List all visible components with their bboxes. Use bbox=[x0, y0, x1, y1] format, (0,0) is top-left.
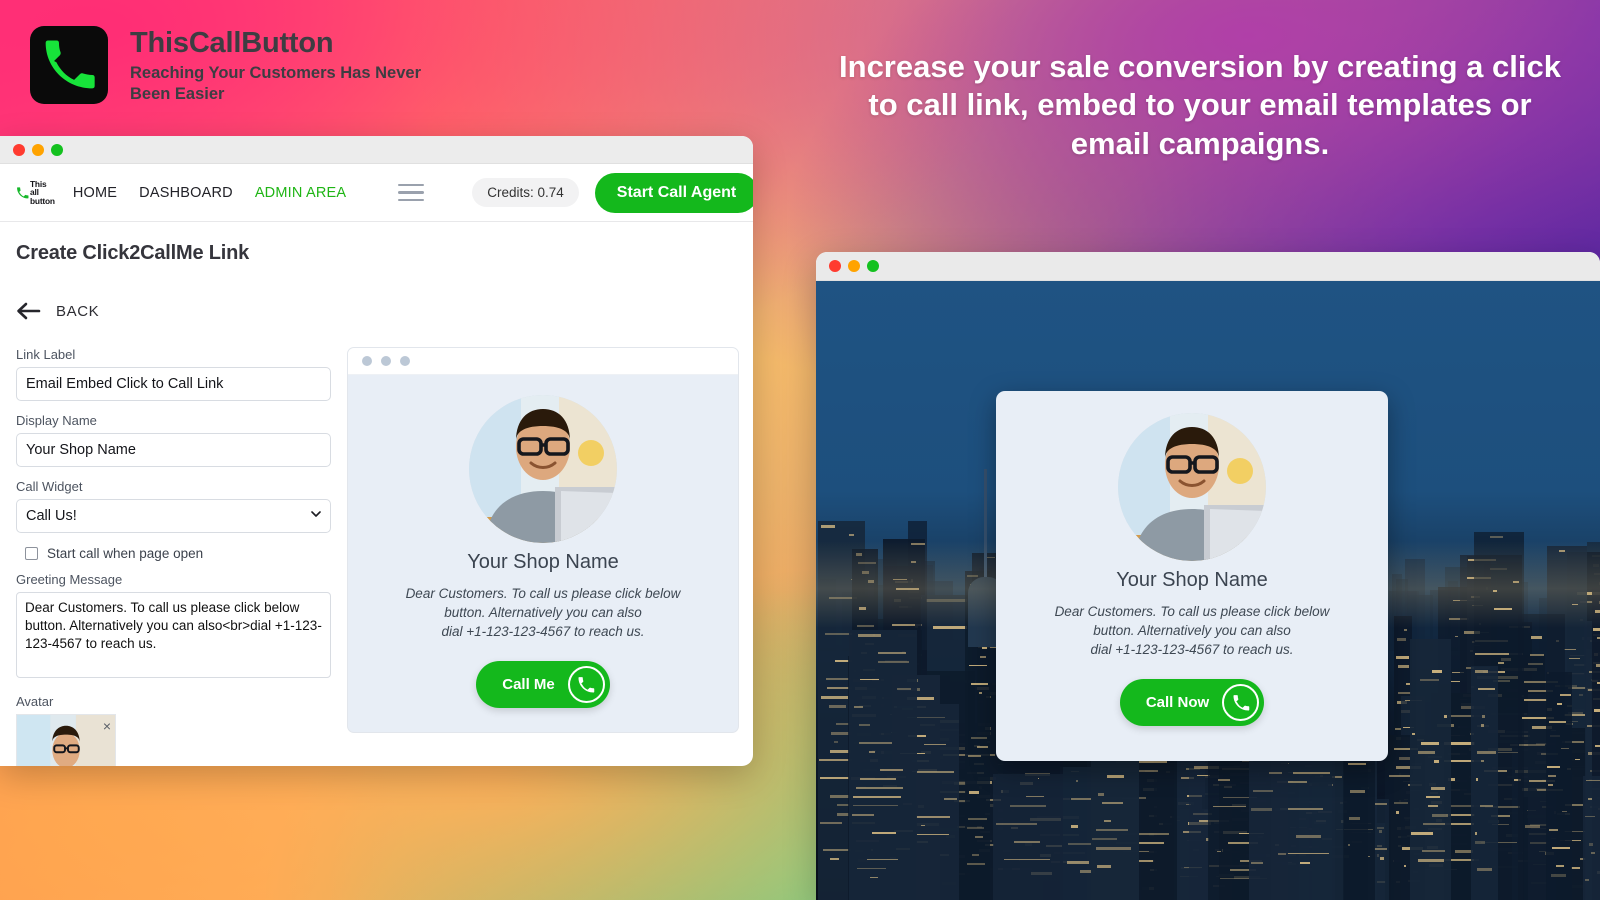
brand-tagline: Reaching Your Customers Has Never Been E… bbox=[130, 63, 421, 103]
credits-badge: Credits: 0.74 bbox=[472, 178, 579, 207]
phone-icon bbox=[17, 186, 29, 198]
remove-avatar-button[interactable]: × bbox=[103, 719, 111, 733]
agent-photo bbox=[1118, 413, 1266, 561]
app-page-body: Create Click2CallMe Link BACK Link Label… bbox=[0, 222, 753, 766]
phone-icon bbox=[1222, 684, 1260, 722]
agent-photo bbox=[17, 715, 115, 766]
preview-dot-3 bbox=[400, 356, 410, 366]
widget-message-line-2: button. Alternatively you can also bbox=[1093, 623, 1291, 639]
app-logo-line-3: button bbox=[30, 195, 55, 206]
preview-dot-1 bbox=[362, 356, 372, 366]
widget-call-button-label: Call Now bbox=[1145, 694, 1210, 712]
nav-links: HOME DASHBOARD ADMIN AREA bbox=[73, 185, 346, 201]
link-label-label: Link Label bbox=[16, 347, 76, 362]
widget-message-line-1: Dear Customers. To call us please click … bbox=[1054, 604, 1330, 619]
brand-header: ThisCallButton Reaching Your Customers H… bbox=[30, 26, 460, 105]
minimize-button[interactable] bbox=[32, 143, 44, 156]
preview-call-button-label: Call Me bbox=[502, 676, 555, 694]
call-widget-label: Call Widget bbox=[16, 479, 83, 494]
marketing-headline: Increase your sale conversion by creatin… bbox=[839, 49, 1561, 161]
zoom-button[interactable] bbox=[51, 143, 63, 156]
start-call-label: Start call when page open bbox=[47, 546, 204, 561]
start-call-checkbox[interactable] bbox=[25, 547, 38, 560]
widget-preview-card: Your Shop Name Dear Customers. To call u… bbox=[347, 347, 739, 734]
demo-browser-window: Your Shop Name Dear Customers. To call u… bbox=[816, 252, 1600, 900]
phone-icon bbox=[45, 40, 95, 89]
brand-name: ThisCallButton bbox=[130, 27, 334, 59]
close-button[interactable] bbox=[829, 260, 841, 272]
avatar-thumbnail[interactable]: × bbox=[16, 714, 116, 766]
preview-shop-name: Your Shop Name bbox=[467, 551, 619, 573]
start-call-agent-button[interactable]: Start Call Agent bbox=[594, 172, 753, 213]
greeting-message-textarea[interactable] bbox=[16, 592, 331, 678]
widget-shop-name: Your Shop Name bbox=[1116, 569, 1268, 591]
arrow-left-icon bbox=[17, 302, 41, 320]
nav-item-dashboard[interactable]: DASHBOARD bbox=[139, 185, 233, 201]
create-link-form: Link Label Display Name Call Widget Call… bbox=[16, 347, 331, 766]
zoom-button[interactable] bbox=[867, 260, 879, 272]
preview-call-button[interactable]: Call Me bbox=[476, 661, 610, 709]
nav-item-admin-area[interactable]: ADMIN AREA bbox=[255, 185, 346, 201]
app-window-titlebar bbox=[0, 136, 753, 164]
hamburger-icon[interactable] bbox=[398, 183, 425, 202]
phone-icon bbox=[567, 666, 605, 704]
display-name-label: Display Name bbox=[16, 413, 97, 428]
demo-window-titlebar bbox=[816, 252, 1600, 281]
preview-message-line-3: dial +1-123-123-4567 to reach us. bbox=[441, 624, 645, 640]
app-browser-window: This all button HOME DASHBOARD ADMIN ARE… bbox=[0, 136, 753, 766]
start-call-checkbox-row[interactable]: Start call when page open bbox=[25, 546, 331, 561]
display-name-input[interactable] bbox=[16, 433, 331, 467]
widget-message-line-3: dial +1-123-123-4567 to reach us. bbox=[1090, 642, 1294, 658]
close-button[interactable] bbox=[13, 143, 25, 156]
link-label-input[interactable] bbox=[16, 367, 331, 401]
preview-agent-avatar bbox=[469, 395, 617, 543]
page-title: Create Click2CallMe Link bbox=[16, 242, 250, 264]
preview-dot-2 bbox=[381, 356, 391, 366]
preview-message: Dear Customers. To call us please click … bbox=[368, 584, 718, 641]
back-button[interactable]: BACK bbox=[16, 301, 731, 321]
preview-message-line-2: button. Alternatively you can also bbox=[444, 605, 642, 621]
app-navbar: This all button HOME DASHBOARD ADMIN ARE… bbox=[0, 164, 753, 222]
greeting-message-label: Greeting Message bbox=[16, 572, 123, 587]
widget-agent-avatar bbox=[1118, 413, 1266, 561]
nav-item-home[interactable]: HOME bbox=[73, 185, 117, 201]
avatar-label: Avatar bbox=[16, 694, 54, 709]
back-label: BACK bbox=[56, 302, 100, 320]
app-logo[interactable]: This all button bbox=[16, 179, 55, 206]
call-widget-select[interactable]: Call Us! bbox=[16, 499, 331, 533]
agent-photo bbox=[469, 395, 617, 543]
preview-message-line-1: Dear Customers. To call us please click … bbox=[405, 586, 681, 601]
widget-message: Dear Customers. To call us please click … bbox=[1018, 602, 1366, 659]
brand-logo-tile bbox=[30, 26, 108, 104]
live-call-widget: Your Shop Name Dear Customers. To call u… bbox=[996, 391, 1388, 761]
minimize-button[interactable] bbox=[848, 260, 860, 272]
preview-titlebar bbox=[348, 348, 738, 375]
widget-call-button[interactable]: Call Now bbox=[1119, 679, 1265, 727]
